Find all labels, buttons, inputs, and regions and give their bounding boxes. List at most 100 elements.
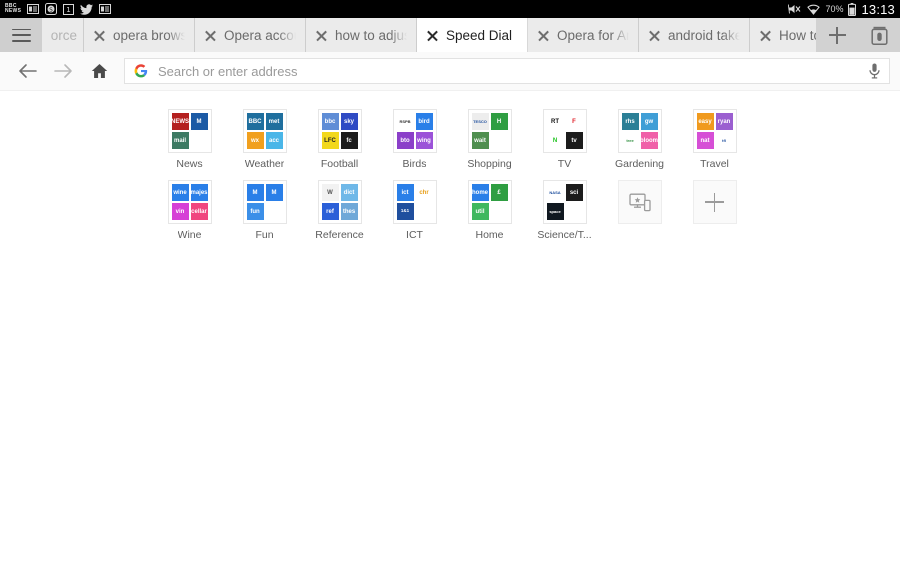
folder-label: Shopping [467,158,512,170]
speed-dial-folder-ict[interactable]: ict chr 1&1 ICT [377,180,452,241]
forward-button[interactable] [46,54,80,88]
mini-tile: BBC [246,113,264,130]
bbc-label-bottom: NEWS [5,8,22,14]
browser-tab[interactable]: Opera for Android [528,18,639,52]
mini-tile: H [490,113,508,130]
folder-label: Travel [700,158,729,170]
sync-devices-icon [628,193,651,211]
folder-thumbnail: wine majes vin cellar [167,180,212,224]
back-button[interactable] [10,54,44,88]
mini-tile: ict [396,184,414,201]
battery-icon [848,2,857,16]
folder-thumbnail: NASA sci space [542,180,587,224]
browser-tab-active[interactable]: Speed Dial [417,18,528,52]
speed-dial-folder-science[interactable]: NASA sci space Science/T... [527,180,602,241]
dollar-app-icon: S [45,3,58,15]
folder-label: Reference [315,229,364,241]
svg-text:S: S [49,7,53,13]
speed-dial-folder-travel[interactable]: easy ryan nat tfl Travel [677,109,752,170]
speed-dial-folder-weather[interactable]: BBC met wx acc Weather [227,109,302,170]
close-icon[interactable] [537,29,550,42]
mini-tile: home [471,184,489,201]
mini-tile: £ [490,184,508,201]
speed-dial-folder-reference[interactable]: W dict ref thes Reference [302,180,377,241]
mini-tile: fc [340,132,358,149]
mini-tile: nat [696,132,714,149]
browser-tab[interactable]: how to adjust [306,18,417,52]
folder-thumbnail: home £ util [467,180,512,224]
speed-dial-folder-home[interactable]: home £ util Home [452,180,527,241]
tab-list: orce opera browser Opera account how to … [42,18,816,52]
home-button[interactable] [82,54,116,88]
browser-tab[interactable]: android take [639,18,750,52]
folder-label: News [176,158,203,170]
close-icon[interactable] [648,29,661,42]
speed-dial-folder-news[interactable]: NEWS M mail News [152,109,227,170]
hamburger-menu-button[interactable] [0,18,42,52]
mini-tile: mail [171,132,189,149]
clock-label: 13:13 [861,1,895,17]
speed-dial-folder-birds[interactable]: RSPB bird bto wing Birds [377,109,452,170]
speed-dial-folder-football[interactable]: bbc sky LFC fc Football [302,109,377,170]
speed-dial-page: NEWS M mail News BBC met wx acc Weather … [0,91,900,251]
one-app-icon: 1 [63,3,75,15]
folder-thumbnail: bbc sky LFC fc [317,109,362,153]
mini-tile: bloom [640,132,658,149]
search-input[interactable]: Search or enter address [158,64,859,79]
url-input-container[interactable]: Search or enter address [124,58,890,84]
tab-overview-button[interactable] [858,18,900,52]
speed-dial-add-button[interactable] [677,180,752,241]
sync-tile [617,180,662,224]
speed-dial-folder-gardening[interactable]: rhs gw tree bloom Gardening [602,109,677,170]
new-tab-button[interactable] [816,18,858,52]
mini-tile: ref [321,203,339,220]
close-icon[interactable] [204,29,217,42]
speed-dial-folder-tv[interactable]: RT F N tv TV [527,109,602,170]
folder-label: Science/T... [537,229,592,241]
speed-dial-folder-shopping[interactable]: TESCO H wait Shopping [452,109,527,170]
speed-dial-folder-fun[interactable]: M M fun Fun [227,180,302,241]
folder-label: Weather [244,158,285,170]
mini-tile: wine [171,184,189,201]
news-app-icon-2 [99,4,112,14]
close-icon[interactable] [315,29,328,42]
mini-tile [191,132,208,149]
browser-tab[interactable]: How to take [750,18,816,52]
close-icon[interactable] [93,29,106,42]
close-icon[interactable] [759,29,772,42]
mini-tile [566,203,583,220]
mini-tile: ryan [715,113,733,130]
wifi-icon [807,4,821,15]
mini-tile: N [546,132,564,149]
folder-thumbnail: RT F N tv [542,109,587,153]
browser-tab[interactable]: orce [42,18,84,52]
browser-tab[interactable]: Opera account [195,18,306,52]
mini-tile: tfl [715,132,733,149]
mini-tile: dict [340,184,358,201]
folder-thumbnail: ict chr 1&1 [392,180,437,224]
folder-label: Gardening [614,158,665,170]
mini-tile: RT [546,113,564,130]
mini-tile: bto [396,132,414,149]
browser-tab[interactable]: opera browser [84,18,195,52]
close-icon[interactable] [426,29,439,42]
folder-label: Football [320,158,359,170]
mini-tile: vin [171,203,189,220]
mini-tile: easy [696,113,714,130]
mini-tile: TESCO [471,113,489,130]
mini-tile: tv [565,132,583,149]
speed-dial-folder-wine[interactable]: wine majes vin cellar Wine [152,180,227,241]
android-status-bar: BBC NEWS S 1 70% 13:13 [0,0,900,18]
folder-label: Wine [177,229,202,241]
news-app-icon [27,4,40,14]
mini-tile [491,203,508,220]
voice-search-button[interactable] [869,63,880,79]
mini-tile [416,203,433,220]
mini-tile: majes [190,184,208,201]
plus-icon [828,26,846,44]
speed-dial-sync-devices[interactable] [602,180,677,241]
bbc-news-icon: BBC NEWS [5,4,21,14]
folder-thumbnail: easy ryan nat tfl [692,109,737,153]
svg-text:1: 1 [66,6,70,14]
folder-label: ICT [406,229,423,241]
